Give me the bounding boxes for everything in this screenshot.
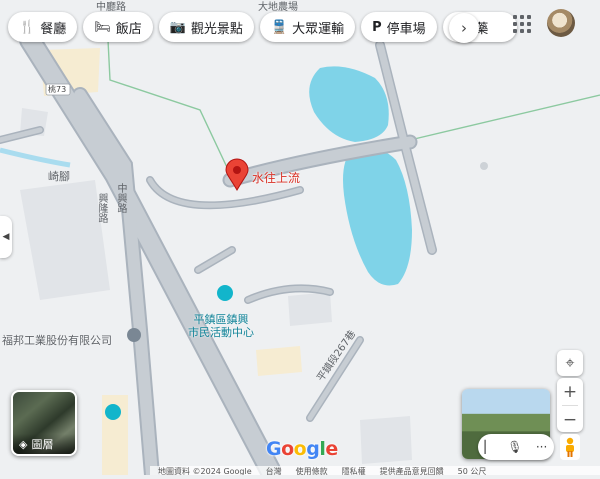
route-badge-label: 桃73 [48,85,67,94]
camera-icon: 📷 [169,19,186,35]
company-label[interactable]: 福邦工業股份有限公司 [2,332,112,348]
road-xinglong-label: 興隆路 [96,193,107,223]
poi-small-icon [480,162,488,170]
chip-label: 飯店 [115,21,142,37]
map-data-attribution: 地圖資料 ©2024 Google [158,467,252,475]
chip-label: 觀光景點 [190,21,243,37]
more-icon[interactable]: ··· [536,440,547,454]
zoom-in-button[interactable]: + [557,378,583,405]
chip-transit[interactable]: 🚆 大眾運輸 [259,12,356,42]
layers-icon: ◈ [19,437,28,451]
community-center-line2: 市民活動中心 [188,326,254,339]
google-logo: Google [266,438,338,460]
zoom-control: + − [557,378,583,432]
chip-restaurants[interactable]: 🍴 餐廳 [8,12,78,42]
fork-knife-icon: 🍴 [19,19,36,35]
poi-generic-icon [127,328,141,342]
layers-label: 圖層 [31,438,54,451]
community-center-icon [217,285,233,301]
category-filter-bar: 🍴餐廳 🛏飯店 📷觀光景點 🚆大眾運輸 P停車場 ⛩藥 [8,12,517,42]
chip-attractions[interactable]: 📷 觀光景點 [158,12,254,42]
scale-label[interactable]: 50 公尺 [458,466,487,475]
my-location-button[interactable]: ⌖ [557,350,583,376]
poi-school-icon [105,404,121,420]
road-qi-label: 崎腳 [48,170,70,183]
community-center-line1: 平鎮區鎮興 [193,313,249,326]
divider-icon: ▏ [484,440,494,454]
street-view-toolbar: ▏ 🎙 ··· [478,434,554,460]
feedback-link[interactable]: 提供產品意見回饋 [380,466,444,475]
place-marker-label[interactable]: 水往上流 [252,169,300,186]
more-filters-chevron-icon[interactable]: › [449,13,479,43]
train-icon: 🚆 [270,19,288,35]
terms-link[interactable]: 使用條款 [296,466,328,475]
bed-icon: 🛏 [94,19,111,35]
chip-label: 大眾運輸 [292,21,345,37]
crosshair-icon: ⌖ [565,353,575,372]
account-avatar[interactable] [547,9,575,37]
pegman-icon[interactable] [560,434,580,460]
map-footer: 地圖資料 ©2024 Google 台灣 使用條款 隱私權 提供產品意見回饋 5… [150,466,600,475]
privacy-link[interactable]: 隱私權 [342,466,366,475]
chip-label: 停車場 [386,21,426,37]
region-label: 台灣 [265,467,282,475]
microphone-icon[interactable]: 🎙 [507,440,522,454]
chip-label: 餐廳 [40,21,67,37]
community-center-label[interactable]: 平鎮區鎮興 市民活動中心 [188,313,254,339]
chevron-left-icon: ◀ [2,232,10,242]
layers-button[interactable]: ◈ 圖層 [11,390,77,456]
zoom-out-button[interactable]: − [557,406,583,433]
chip-parking[interactable]: P 停車場 [361,12,437,42]
collapse-panel-toggle[interactable]: ◀ [0,216,12,258]
chip-hotels[interactable]: 🛏 飯店 [83,12,153,42]
parking-icon: P [372,19,382,35]
apps-grid-icon[interactable] [512,14,532,34]
road-zhongxing-label: 中興路 [115,183,126,213]
